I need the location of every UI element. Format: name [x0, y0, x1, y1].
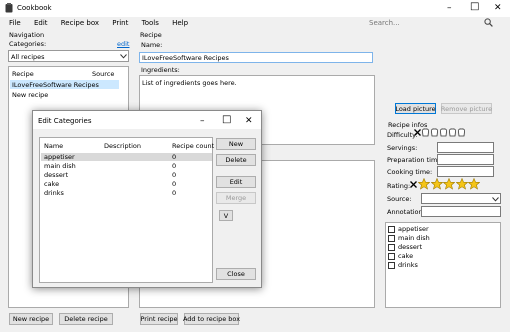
checkbox[interactable] — [388, 225, 395, 233]
maximize-button[interactable]: □ — [470, 2, 479, 12]
preparation-time-label: Preparation time: — [387, 156, 444, 164]
edit-categories-dialog: Edit Categories – □ ✕ Name Description R… — [32, 110, 262, 288]
minimize-button[interactable]: – — [447, 3, 452, 13]
chef-hat-icon[interactable] — [430, 128, 439, 137]
dialog-maximize-button[interactable]: □ — [222, 115, 231, 125]
dialog-edit-button[interactable]: Edit — [216, 176, 256, 188]
recipe-count-column-header[interactable]: Recipe count — [172, 142, 214, 150]
table-row[interactable]: cake 0 — [41, 180, 212, 188]
cooking-time-field[interactable] — [437, 166, 494, 177]
dialog-move-down-button[interactable]: V — [219, 210, 233, 221]
recipe-categories-list[interactable]: appetiser main dish dessert cake drinks — [385, 222, 501, 308]
load-picture-button[interactable]: Load picture — [395, 103, 436, 114]
dialog-close-button[interactable]: ✕ — [245, 116, 253, 126]
menu-recipe-box[interactable]: Recipe box — [61, 19, 99, 27]
dialog-minimize-button[interactable]: – — [200, 116, 205, 126]
name-field-value: ILoveFreeSoftware Recipes — [142, 54, 229, 62]
difficulty-hats[interactable] — [421, 128, 467, 137]
chevron-down-icon — [120, 54, 127, 59]
cooking-time-label: Cooking time: — [387, 168, 433, 176]
window-title: Cookbook — [17, 4, 52, 12]
category-dropdown[interactable]: All recipes — [8, 50, 129, 62]
star-icon[interactable] — [418, 178, 430, 190]
table-row[interactable]: drinks 0 — [41, 189, 212, 197]
chevron-down-icon — [492, 197, 499, 202]
dialog-close-button-bottom[interactable]: Close — [216, 268, 256, 280]
checkbox[interactable] — [388, 252, 395, 260]
menu-edit[interactable]: Edit — [34, 19, 48, 27]
servings-field[interactable] — [437, 142, 494, 153]
list-item[interactable]: New recipe — [10, 90, 119, 99]
app-icon — [5, 3, 13, 13]
dialog-title: Edit Categories — [38, 117, 92, 125]
source-label: Source: — [387, 195, 412, 203]
rating-stars[interactable] — [418, 178, 480, 190]
categories-label: Categories: — [9, 40, 47, 48]
category-checkbox-item[interactable]: dessert — [388, 243, 422, 251]
chef-hat-icon[interactable] — [439, 128, 448, 137]
dialog-new-button[interactable]: New — [216, 138, 256, 150]
menu-print[interactable]: Print — [112, 19, 128, 27]
servings-label: Servings: — [387, 144, 418, 152]
preparation-time-field[interactable] — [437, 154, 494, 165]
dialog-delete-button[interactable]: Delete — [216, 154, 256, 166]
menu-bar: File Edit Recipe box Print Tools Help — [9, 19, 199, 27]
chef-hat-icon[interactable] — [448, 128, 457, 137]
recipe-title: Recipe — [140, 31, 162, 39]
ingredients-text: List of ingredients goes here. — [142, 79, 237, 87]
name-column-header[interactable]: Name — [44, 142, 63, 150]
print-recipe-button[interactable]: Print recipe — [140, 313, 178, 325]
chef-hat-icon[interactable] — [457, 128, 466, 137]
source-column-header[interactable]: Source — [92, 70, 114, 78]
navigation-title: Navigation — [9, 31, 45, 39]
search-box[interactable]: Search... — [366, 17, 496, 28]
checkbox[interactable] — [388, 243, 395, 251]
dialog-merge-button[interactable]: Merge — [216, 192, 256, 204]
menu-tools[interactable]: Tools — [142, 19, 159, 27]
search-placeholder: Search... — [369, 19, 400, 27]
name-field[interactable]: ILoveFreeSoftware Recipes — [139, 52, 373, 63]
category-checkbox-item[interactable]: drinks — [388, 261, 418, 269]
checkbox[interactable] — [388, 261, 395, 269]
edit-categories-link[interactable]: edit — [117, 40, 129, 48]
list-item[interactable]: ILoveFreeSoftware Recipes — [10, 80, 119, 89]
annotation-field[interactable] — [421, 206, 501, 217]
category-checkbox-item[interactable]: cake — [388, 252, 413, 260]
table-row[interactable]: dessert 0 — [41, 171, 212, 179]
menu-file[interactable]: File — [9, 19, 21, 27]
title-bar: Cookbook – □ ✕ — [0, 0, 510, 17]
add-to-recipe-box-button[interactable]: Add to recipe box — [183, 313, 240, 325]
rating-clear-icon[interactable] — [410, 181, 417, 188]
table-row[interactable]: main dish 0 — [41, 162, 212, 170]
remove-picture-button[interactable]: Remove picture — [441, 103, 492, 114]
category-checkbox-item[interactable]: appetiser — [388, 225, 429, 233]
category-checkbox-item[interactable]: main dish — [388, 234, 430, 242]
new-recipe-button[interactable]: New recipe — [9, 313, 53, 325]
difficulty-clear-icon[interactable] — [414, 129, 421, 136]
dialog-title-bar: Edit Categories – □ ✕ — [33, 111, 261, 129]
categories-table[interactable]: Name Description Recipe count appetiser … — [39, 137, 214, 283]
source-dropdown[interactable] — [421, 193, 501, 204]
description-column-header[interactable]: Description — [104, 142, 141, 150]
close-button[interactable]: ✕ — [494, 3, 502, 13]
star-icon[interactable] — [443, 178, 455, 190]
checkbox[interactable] — [388, 234, 395, 242]
star-icon[interactable] — [455, 178, 468, 190]
table-row[interactable]: appetiser 0 — [41, 153, 212, 161]
delete-recipe-button[interactable]: Delete recipe — [59, 313, 113, 325]
ingredients-label: Ingredients: — [141, 66, 180, 74]
menu-help[interactable]: Help — [172, 19, 188, 27]
star-icon[interactable] — [430, 178, 443, 190]
annotation-label: Annotation: — [387, 208, 425, 216]
star-icon[interactable] — [468, 178, 480, 190]
rating-label: Rating: — [387, 182, 411, 190]
search-icon[interactable] — [484, 18, 493, 27]
chef-hat-icon[interactable] — [421, 128, 430, 137]
recipe-column-header[interactable]: Recipe — [12, 70, 34, 78]
name-label: Name: — [141, 41, 163, 49]
category-dropdown-value: All recipes — [11, 53, 45, 61]
